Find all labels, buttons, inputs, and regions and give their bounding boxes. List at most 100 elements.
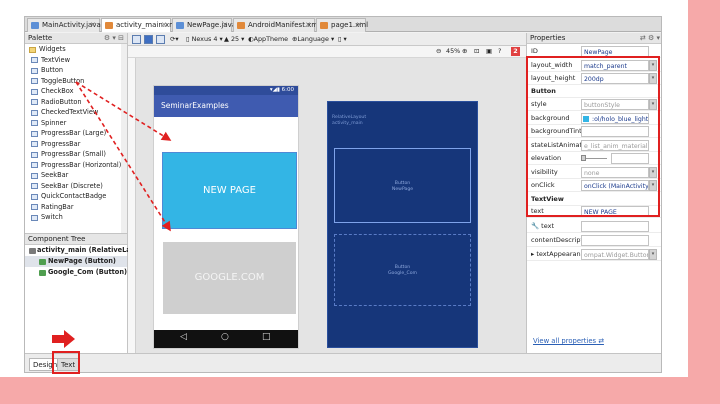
text-appearance-field[interactable]: ompat.Widget.Button xyxy=(581,249,649,260)
palette-item[interactable]: RatingBar xyxy=(25,202,127,213)
button-icon xyxy=(39,270,46,276)
properties-highlight-box xyxy=(526,56,660,217)
xml-file-icon xyxy=(320,22,328,29)
palette-item[interactable]: Spinner xyxy=(25,118,127,129)
component-tree-header: Component Tree xyxy=(25,234,127,245)
tree-item-newpage[interactable]: NewPage (Button) xyxy=(25,256,127,267)
orientation-icon[interactable]: ⟳▾ xyxy=(170,34,179,45)
widget-icon xyxy=(31,120,38,126)
palette-item[interactable]: CheckedTextView xyxy=(25,107,127,118)
palette-item[interactable]: SeekBar xyxy=(25,170,127,181)
widget-icon xyxy=(31,130,38,137)
back-icon: ◁ xyxy=(180,332,187,342)
palette-item[interactable]: ToggleButton xyxy=(25,76,127,87)
design-canvas[interactable]: ▾◢▮ 6:00 SeminarExamples NEW PAGE GOOGLE… xyxy=(128,58,526,353)
palette-item[interactable]: RadioButton xyxy=(25,97,127,108)
palette-item[interactable]: ProgressBar xyxy=(25,139,127,150)
widget-icon xyxy=(31,57,38,63)
close-icon[interactable]: ✕ xyxy=(161,19,167,32)
palette-scrollbar[interactable] xyxy=(121,44,127,233)
both-views-icon[interactable] xyxy=(156,35,165,44)
theme-selector[interactable]: ◐AppTheme xyxy=(248,34,288,45)
device-frame-icon[interactable]: ▯ ▾ xyxy=(338,34,347,45)
palette-item[interactable]: Switch xyxy=(25,212,127,223)
blueprint-icon[interactable] xyxy=(144,35,153,44)
zoom-bar: ⊖ 45% ⊕ ⊡ ▣ ? 2 xyxy=(128,46,526,58)
widget-icon xyxy=(31,151,38,158)
palette-item[interactable]: Button xyxy=(25,65,127,76)
palette-list: Widgets TextView Button ToggleButton CheckBo… xyxy=(25,44,127,223)
java-file-icon xyxy=(31,22,39,29)
tab-androidmanifest-xml[interactable]: AndroidManifest.xml ✕ xyxy=(233,18,320,32)
device-preview: ▾◢▮ 6:00 SeminarExamples NEW PAGE GOOGLE… xyxy=(154,86,298,348)
language-selector[interactable]: ⊕Language ▾ xyxy=(292,34,334,45)
close-icon[interactable]: ✕ xyxy=(305,19,311,32)
chevron-down-icon[interactable]: ▾ xyxy=(649,249,657,260)
zoom-in-icon[interactable]: ⊕ xyxy=(462,46,467,57)
status-bar: ▾◢▮ 6:00 xyxy=(154,86,298,95)
recent-apps-icon: □ xyxy=(262,332,271,342)
blueprint-google-box[interactable]: Button Google_Com xyxy=(334,234,471,306)
zoom-out-icon[interactable]: ⊖ xyxy=(436,46,441,57)
close-icon[interactable]: ✕ xyxy=(356,19,362,32)
xml-file-icon xyxy=(105,22,113,29)
blueprint-newpage-box[interactable]: Button NewPage xyxy=(334,148,471,223)
view-all-properties-link[interactable]: View all properties ⇄ xyxy=(533,337,604,345)
panel-settings-icon[interactable]: ⚙ ▾ ⊟ xyxy=(104,33,124,44)
navigation-bar: ◁ ○ □ xyxy=(154,330,298,348)
text-tab-highlight-box xyxy=(52,351,80,374)
home-icon: ○ xyxy=(221,332,229,342)
right-decorative-band xyxy=(688,0,720,404)
xml-file-icon xyxy=(237,22,245,29)
widget-icon xyxy=(31,99,38,105)
close-icon[interactable]: ✕ xyxy=(222,19,228,32)
prop-text-tools: 🔧 text xyxy=(527,220,661,233)
palette-item[interactable]: ProgressBar (Horizontal) xyxy=(25,160,127,171)
tree-item-activity-main[interactable]: activity_main (RelativeLayo xyxy=(25,245,139,256)
widget-icon xyxy=(31,214,38,221)
palette-panel: Palette ⚙ ▾ ⊟ Widgets TextView Button Toggl… xyxy=(25,33,128,233)
palette-header: Palette ⚙ ▾ ⊟ xyxy=(25,33,127,44)
folder-icon xyxy=(29,46,36,53)
tree-item-google-com[interactable]: Google_Com (Button) xyxy=(25,267,127,278)
close-icon[interactable]: ✕ xyxy=(90,19,96,32)
widget-icon xyxy=(31,183,38,189)
tools-text-field[interactable] xyxy=(581,221,649,232)
editor-mode-bar: Design Text xyxy=(25,353,661,372)
help-icon[interactable]: ? xyxy=(498,46,501,57)
device-selector[interactable]: ▯ Nexus 4 ▾ xyxy=(186,34,223,45)
error-count-badge[interactable]: 2 xyxy=(511,47,520,56)
new-page-button[interactable]: NEW PAGE xyxy=(163,153,296,228)
palette-item[interactable]: ProgressBar (Small) xyxy=(25,149,127,160)
bottom-decorative-band xyxy=(0,377,720,404)
google-com-button[interactable]: GOOGLE.COM xyxy=(163,242,296,314)
app-bar-title: SeminarExamples xyxy=(154,95,298,117)
zoom-fit-icon[interactable]: ⊡ xyxy=(474,46,479,57)
palette-item[interactable]: SeekBar (Discrete) xyxy=(25,181,127,192)
editor-tab-bar: MainActivity.java ✕ activity_main.xml ✕ Ne… xyxy=(25,17,661,32)
widget-icon xyxy=(31,141,38,147)
properties-toggle-icon[interactable]: ⇄ ⚙ ▾ xyxy=(640,33,660,44)
tab-newpage-java[interactable]: NewPage.java ✕ xyxy=(172,18,236,32)
screenshot-icon[interactable]: ▣ xyxy=(486,46,492,57)
widget-icon xyxy=(31,204,38,210)
tab-mainactivity-java[interactable]: MainActivity.java ✕ xyxy=(27,18,101,32)
prop-text-appearance: ▸ textAppearan... ompat.Widget.Button ▾ xyxy=(527,248,661,261)
design-surface-icon[interactable] xyxy=(132,35,141,44)
palette-item[interactable]: CheckBox xyxy=(25,86,127,97)
tab-activity-main-xml[interactable]: activity_main.xml ✕ xyxy=(101,18,178,32)
palette-item[interactable]: QuickContactBadge xyxy=(25,191,127,202)
tab-page1-xml[interactable]: page1.xml ✕ xyxy=(316,18,368,32)
palette-item[interactable]: ProgressBar (Large) xyxy=(25,128,127,139)
palette-group-widgets[interactable]: Widgets xyxy=(25,44,127,55)
zoom-level: 45% xyxy=(446,47,461,55)
widget-icon xyxy=(31,193,38,200)
api-selector[interactable]: ▲ 25 ▾ xyxy=(224,34,244,45)
content-description-field[interactable] xyxy=(581,235,649,246)
palette-item[interactable]: TextView xyxy=(25,55,127,66)
vertical-ruler xyxy=(128,58,136,353)
widget-icon xyxy=(31,172,38,179)
widget-icon xyxy=(31,67,38,74)
java-file-icon xyxy=(176,22,184,29)
widget-icon xyxy=(31,162,38,168)
